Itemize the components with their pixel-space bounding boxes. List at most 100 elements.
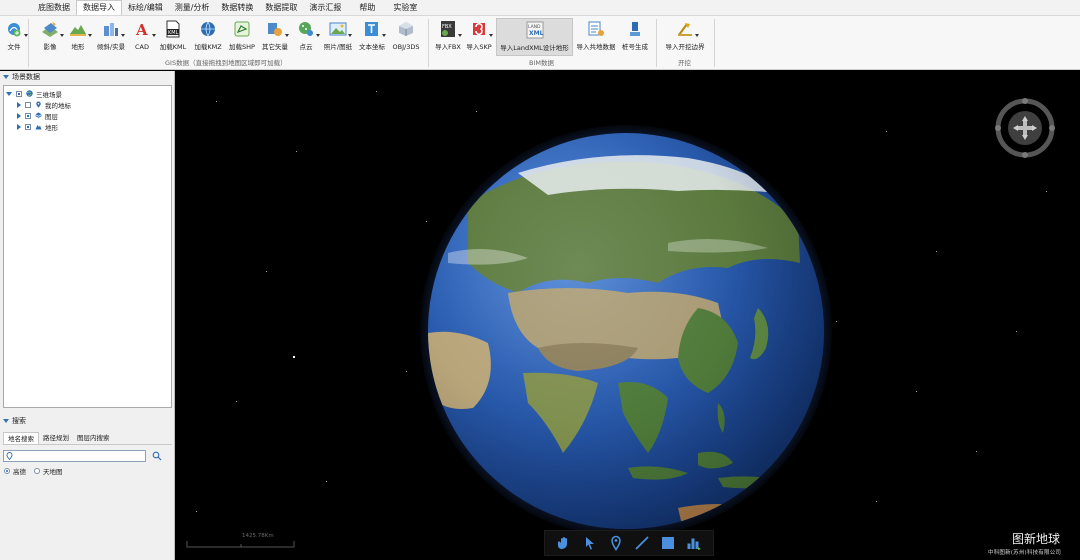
search-panel-header[interactable]: 搜索 <box>3 416 26 426</box>
import-shared-data-button[interactable]: 导入共地数据 <box>576 18 616 56</box>
tree-checkbox[interactable] <box>25 101 31 108</box>
search-tabs: 地名搜索 路径规划 图层内搜索 <box>3 432 172 445</box>
scene-panel-header[interactable]: 场景数据 <box>3 72 40 82</box>
obj-3ds-button[interactable]: OBJ/3DS <box>390 18 422 56</box>
tree-item-terrain[interactable]: 地形 <box>16 121 58 132</box>
tab-place-search[interactable]: 地名搜索 <box>3 432 39 444</box>
other-vector-label: 其它矢量 <box>262 43 288 51</box>
tree-item-placemarks[interactable]: 我的地标 <box>16 99 71 110</box>
svg-text:FBX: FBX <box>442 24 452 30</box>
search-icon[interactable] <box>152 451 162 461</box>
earth-globe[interactable] <box>428 133 824 529</box>
landxml-icon: LAND XML <box>526 21 544 39</box>
vector-icon <box>266 20 289 38</box>
photo-icon <box>329 20 352 38</box>
photo-button[interactable]: 照片/图纸 <box>321 18 355 56</box>
file-button[interactable]: 文件 <box>4 18 28 56</box>
menu-help[interactable]: 帮助 <box>353 0 381 15</box>
import-excavation-label: 导入开挖边界 <box>665 43 705 51</box>
import-shared-data-label: 导入共地数据 <box>576 43 616 51</box>
radio-tianditu[interactable] <box>34 468 40 474</box>
shared-data-icon <box>587 20 605 38</box>
tree-checkbox[interactable] <box>25 112 31 119</box>
load-shp-label: 加载SHP <box>229 43 255 51</box>
oblique-icon <box>102 20 125 38</box>
provider-radio-group: 高德 天地图 <box>4 466 63 476</box>
kml-icon: KML <box>164 20 182 38</box>
menu-data-convert[interactable]: 数据转换 <box>215 0 259 15</box>
collapse-arrow-icon <box>3 75 9 79</box>
cad-icon: A <box>133 20 156 39</box>
pointcloud-label: 点云 <box>299 43 313 51</box>
tree-item-label: 地形 <box>45 123 58 132</box>
text-coord-button[interactable]: 文本坐标 <box>357 18 387 56</box>
layers-icon <box>35 112 42 119</box>
ribbon-separator <box>714 19 715 67</box>
polygon-icon[interactable] <box>660 535 676 551</box>
expand-arrow-icon[interactable] <box>17 112 21 119</box>
load-kmz-label: 加载KMZ <box>194 43 222 51</box>
tree-checkbox[interactable] <box>25 123 31 130</box>
tree-checkbox[interactable] <box>16 90 22 97</box>
menu-data-extract[interactable]: 数据提取 <box>259 0 303 15</box>
cad-label: CAD <box>135 43 149 51</box>
menu-presentation[interactable]: 演示汇报 <box>303 0 347 15</box>
load-kmz-button[interactable]: 加载KMZ <box>192 18 224 56</box>
expand-arrow-icon[interactable] <box>17 101 21 108</box>
import-excavation-button[interactable]: 导入开挖边界 <box>664 18 706 56</box>
radio-label-tianditu: 天地图 <box>43 468 63 476</box>
menu-lab[interactable]: 实验室 <box>387 0 423 15</box>
tree-item-label: 三维场景 <box>36 90 62 99</box>
navigation-compass[interactable] <box>994 97 1056 159</box>
tree-item-layers[interactable]: 图层 <box>16 110 58 121</box>
terrain-icon <box>69 20 92 38</box>
terrain-label: 地形 <box>71 43 85 51</box>
import-skp-button[interactable]: 导入SKP <box>465 18 493 56</box>
terrain-icon <box>35 123 42 130</box>
expand-arrow-icon[interactable] <box>17 123 21 130</box>
import-fbx-label: 导入FBX <box>435 43 461 51</box>
search-input[interactable] <box>3 450 146 462</box>
import-landxml-button[interactable]: LAND XML 导入LandXML设计地形 <box>496 18 573 56</box>
fbx-icon: FBX <box>439 20 462 38</box>
stake-generate-button[interactable]: 桩号生成 <box>620 18 650 56</box>
line-icon[interactable] <box>634 535 650 551</box>
tab-route-planning[interactable]: 路径规划 <box>39 432 73 444</box>
radio-gaode[interactable] <box>4 468 10 474</box>
bim-group-label: BIM数据 <box>529 59 554 67</box>
menu-basemap[interactable]: 底图数据 <box>32 0 76 15</box>
radio-label-gaode: 高德 <box>13 468 26 476</box>
profile-icon[interactable] <box>686 535 702 551</box>
globe-icon <box>26 90 33 97</box>
svg-text:KML: KML <box>168 30 179 36</box>
other-vector-button[interactable]: 其它矢量 <box>260 18 290 56</box>
imagery-button[interactable]: 影像 <box>38 18 64 56</box>
placemark-icon <box>35 101 42 108</box>
oblique-button[interactable]: 倾斜/实景 <box>96 18 126 56</box>
terrain-button[interactable]: 地形 <box>66 18 92 56</box>
import-skp-label: 导入SKP <box>466 43 492 51</box>
skp-icon <box>470 20 493 38</box>
tree-item-label: 图层 <box>45 112 58 121</box>
load-kml-button[interactable]: KML 加载KML <box>157 18 189 56</box>
cad-button[interactable]: A CAD <box>132 18 156 56</box>
expand-arrow-icon[interactable] <box>6 91 12 96</box>
import-fbx-button[interactable]: FBX 导入FBX <box>434 18 462 56</box>
menu-measure-analysis[interactable]: 测量/分析 <box>169 0 216 15</box>
obj-3ds-label: OBJ/3DS <box>392 43 420 51</box>
pointcloud-button[interactable]: 点云 <box>294 18 320 56</box>
pan-hand-icon[interactable] <box>556 535 572 551</box>
file-label: 文件 <box>7 43 21 51</box>
load-kml-label: 加载KML <box>159 43 187 51</box>
globe-viewport[interactable]: 1425.78Km 图新地球 中科图新(苏州)科技有限公司 <box>176 71 1080 560</box>
obj-icon <box>397 20 415 38</box>
tab-layer-search[interactable]: 图层内搜索 <box>73 432 114 444</box>
tree-item-root[interactable]: 三维场景 <box>6 88 62 99</box>
load-shp-button[interactable]: 加载SHP <box>226 18 258 56</box>
menu-markup-edit[interactable]: 标绘/编辑 <box>122 0 169 15</box>
placemark-icon[interactable] <box>608 535 624 551</box>
menu-data-import[interactable]: 数据导入 <box>76 0 122 15</box>
ribbon-separator <box>656 19 657 67</box>
svg-text:A: A <box>135 21 148 38</box>
pointer-icon[interactable] <box>582 535 598 551</box>
